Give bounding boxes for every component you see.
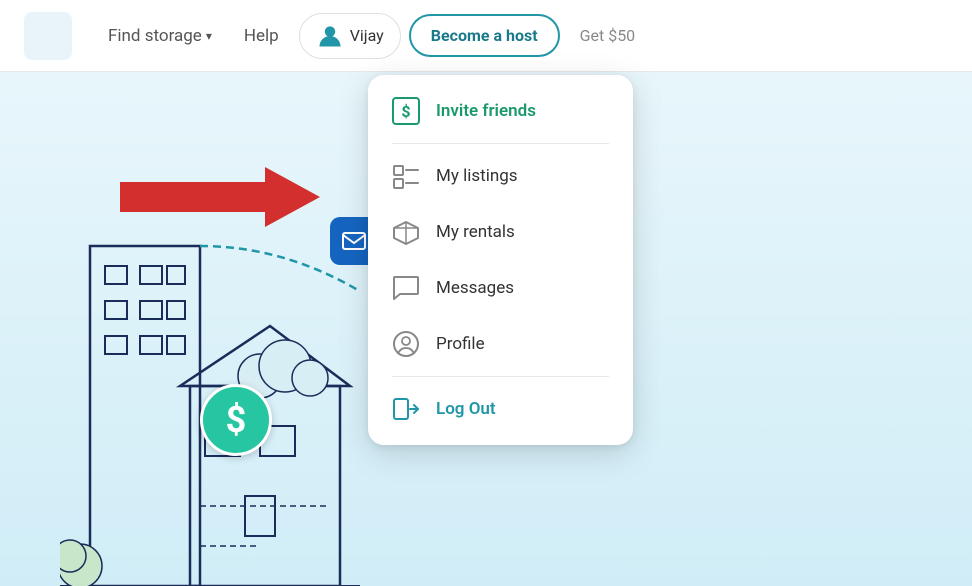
- get-50-label: Get $50: [580, 26, 636, 45]
- logout-icon: [392, 395, 420, 423]
- profile-icon: [392, 330, 420, 358]
- listings-icon: [392, 162, 420, 190]
- user-person-icon: [316, 22, 344, 50]
- messages-label: Messages: [436, 278, 514, 298]
- messages-icon: [392, 274, 420, 302]
- menu-item-invite-friends[interactable]: $ Invite friends: [368, 83, 633, 139]
- envelope-icon: [340, 227, 368, 255]
- get-50-button[interactable]: Get $50: [568, 18, 648, 53]
- find-storage-label: Find storage: [108, 26, 202, 46]
- rentals-icon: [392, 218, 420, 246]
- logout-label: Log Out: [436, 399, 496, 419]
- my-rentals-label: My rentals: [436, 222, 515, 242]
- invite-icon: $: [392, 97, 420, 125]
- menu-item-logout[interactable]: Log Out: [368, 381, 633, 437]
- divider-after-invite: [392, 143, 609, 144]
- divider-after-profile: [392, 376, 609, 377]
- dollar-sign: $: [226, 399, 247, 441]
- building-illustration: [60, 166, 360, 586]
- menu-item-my-listings[interactable]: My listings: [368, 148, 633, 204]
- nav-items: Find storage ▾ Help Vijay Become a host …: [96, 13, 948, 59]
- become-host-label: Become a host: [431, 26, 538, 45]
- header: Find storage ▾ Help Vijay Become a host …: [0, 0, 972, 72]
- my-listings-label: My listings: [436, 166, 518, 186]
- help-label: Help: [244, 26, 279, 46]
- red-arrow-icon: [120, 167, 320, 227]
- chevron-down-icon: ▾: [206, 29, 212, 43]
- profile-label: Profile: [436, 334, 485, 354]
- logo: [24, 12, 72, 60]
- menu-item-messages[interactable]: Messages: [368, 260, 633, 316]
- user-menu-trigger[interactable]: Vijay: [299, 13, 401, 59]
- find-storage-nav[interactable]: Find storage ▾: [96, 18, 224, 54]
- help-nav[interactable]: Help: [232, 18, 291, 54]
- invite-friends-label: Invite friends: [436, 101, 536, 121]
- menu-item-profile[interactable]: Profile: [368, 316, 633, 372]
- menu-item-my-rentals[interactable]: My rentals: [368, 204, 633, 260]
- dollar-circle: $: [200, 384, 272, 456]
- user-name-label: Vijay: [350, 26, 384, 45]
- user-dropdown-menu: $ Invite friends My listings My rentals: [368, 75, 633, 445]
- become-host-button[interactable]: Become a host: [409, 14, 560, 57]
